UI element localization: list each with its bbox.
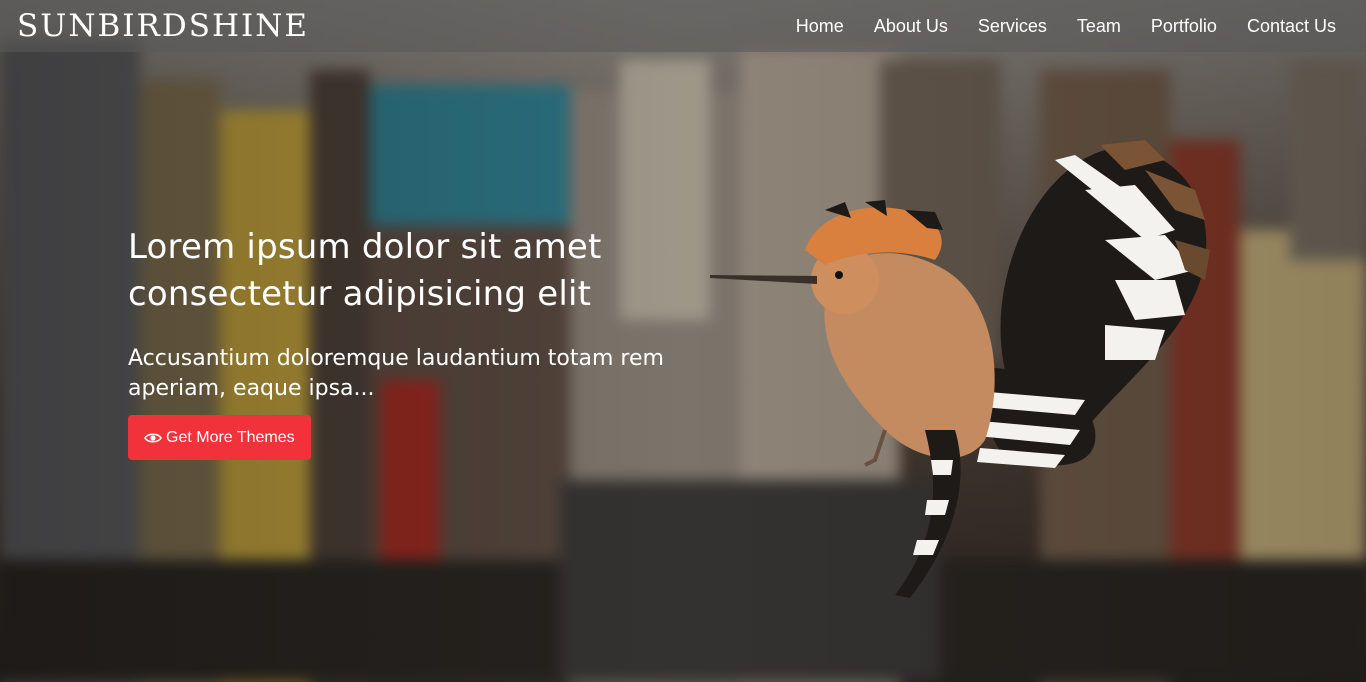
nav-contact-link[interactable]: Contact Us [1247,16,1336,37]
hoopoe-bird-image [710,140,1210,598]
nav-services-link[interactable]: Services [978,16,1047,37]
hero-headline: Lorem ipsum dolor sit amet consectetur a… [128,227,602,314]
nav-portfolio-link[interactable]: Portfolio [1151,16,1217,37]
hero-subtext: Accusantium doloremque laudantium totam … [128,346,664,401]
cta-label: Get More Themes [166,428,295,446]
eye-icon [144,432,162,443]
brand-logo[interactable]: SUNBIRDSHINE [17,8,309,44]
nav-about-link[interactable]: About Us [874,16,948,37]
get-more-themes-button[interactable]: Get More Themes [128,415,311,460]
main-nav: Home About Us Services Team Portfolio Co… [796,16,1336,37]
hero-section: Lorem ipsum dolor sit amet consectetur a… [128,224,688,460]
nav-team-link[interactable]: Team [1077,16,1121,37]
top-navbar: SUNBIRDSHINE Home About Us Services Team… [0,0,1366,52]
nav-home-link[interactable]: Home [796,16,844,37]
